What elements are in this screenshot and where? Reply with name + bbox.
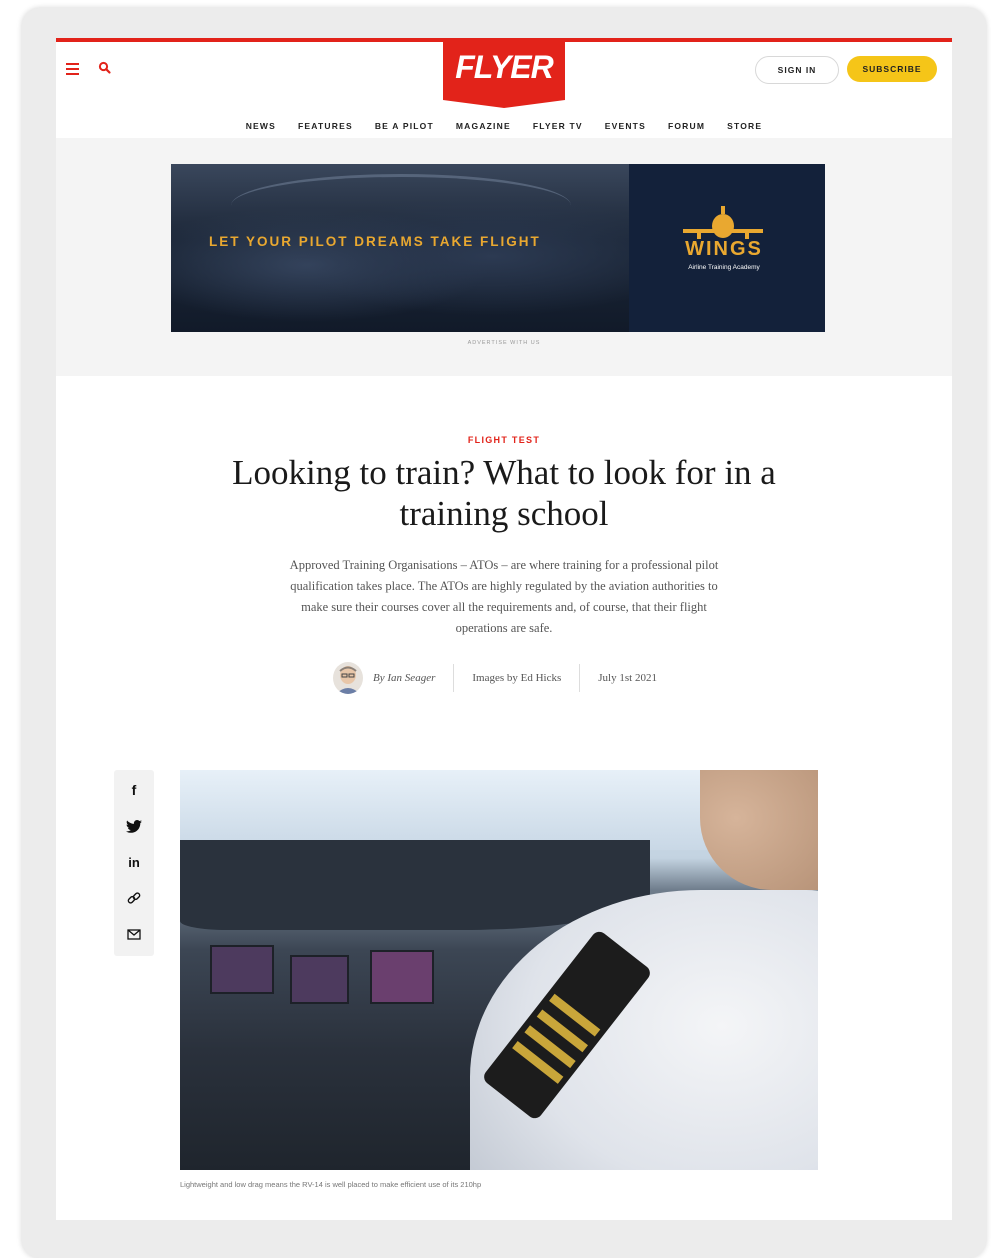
nav-item-events[interactable]: EVENTS	[605, 121, 646, 131]
images-credit: Images by Ed Hicks	[472, 672, 562, 684]
twitter-icon[interactable]	[114, 808, 154, 844]
byline: By Ian Seager Images by Ed Hicks July 1s…	[56, 660, 952, 696]
wings-banner-ad[interactable]: LET YOUR PILOT DREAMS TAKE FLIGHT WINGS …	[171, 164, 825, 332]
search-icon[interactable]	[98, 61, 112, 75]
ad-brand-tagline: Airline Training Academy	[688, 264, 760, 271]
advertise-link[interactable]: ADVERTISE WITH US	[56, 340, 952, 346]
nav-item-store[interactable]: STORE	[727, 121, 762, 131]
logo-text: FLYER	[455, 49, 554, 85]
display-screen	[210, 945, 274, 994]
display-screen	[290, 955, 349, 1004]
email-icon[interactable]	[114, 916, 154, 952]
menu-icon[interactable]	[66, 63, 79, 75]
ad-brand-name: WINGS	[685, 238, 763, 260]
nav-item-forum[interactable]: FORUM	[668, 121, 705, 131]
publish-date: July 1st 2021	[598, 672, 657, 684]
nav-item-features[interactable]: FEATURES	[298, 121, 353, 131]
linkedin-icon[interactable]: in	[114, 844, 154, 880]
nav-item-news[interactable]: NEWS	[246, 121, 276, 131]
flyer-logo[interactable]: FLYER	[443, 38, 565, 108]
subscribe-button[interactable]: SUBSCRIBE	[847, 56, 937, 82]
main-nav: NEWS FEATURES BE A PILOT MAGAZINE FLYER …	[56, 121, 952, 131]
author-name[interactable]: By Ian Seager	[373, 672, 453, 684]
nav-item-flyer-tv[interactable]: FLYER TV	[533, 121, 583, 131]
share-bar: f in	[114, 770, 154, 956]
article-category[interactable]: FLIGHT TEST	[56, 435, 952, 445]
browser-viewport: FLYER SIGN IN SUBSCRIBE NEWS FEATURES BE…	[56, 38, 952, 1220]
nav-item-be-a-pilot[interactable]: BE A PILOT	[375, 121, 434, 131]
display-screen	[370, 950, 434, 1004]
article-title: Looking to train? What to look for in a …	[232, 453, 776, 533]
sign-in-button[interactable]: SIGN IN	[755, 56, 839, 84]
ad-section: LET YOUR PILOT DREAMS TAKE FLIGHT WINGS …	[56, 138, 952, 376]
copy-link-icon[interactable]	[114, 880, 154, 916]
ad-headline: LET YOUR PILOT DREAMS TAKE FLIGHT	[209, 234, 541, 249]
image-caption: Lightweight and low drag means the RV-14…	[180, 1180, 482, 1189]
facebook-icon[interactable]: f	[114, 772, 154, 808]
author-avatar	[333, 662, 364, 694]
nav-item-magazine[interactable]: MAGAZINE	[456, 121, 511, 131]
article-hero-image	[180, 770, 818, 1170]
article-standfirst: Approved Training Organisations – ATOs –…	[289, 558, 719, 635]
pilot-neck	[700, 770, 818, 890]
